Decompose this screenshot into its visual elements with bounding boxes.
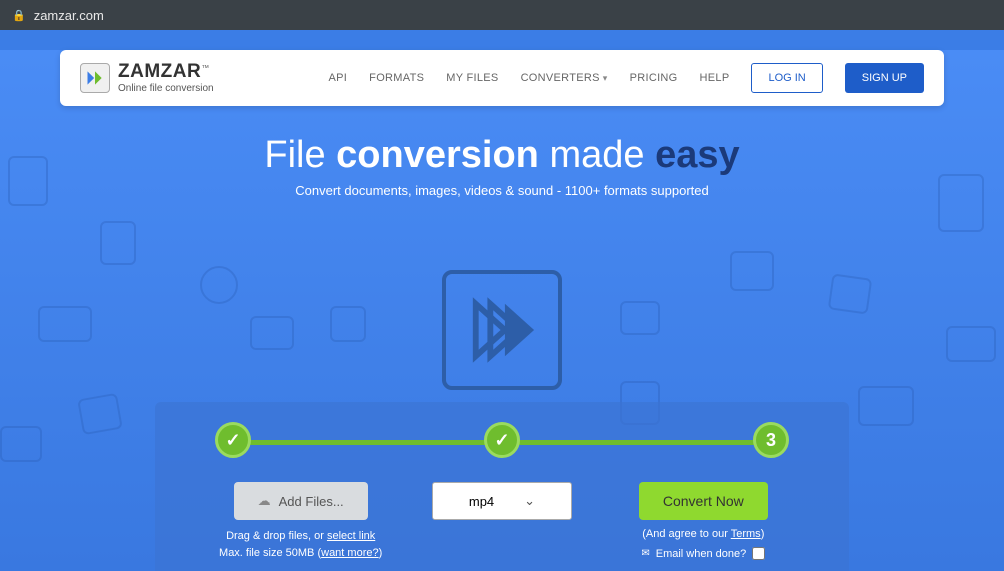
brand-name: ZAMZAR	[118, 61, 201, 82]
nav-converters[interactable]: CONVERTERS▾	[521, 72, 608, 84]
chevron-down-icon: ⌄	[524, 493, 535, 509]
browser-url-bar: 🔒 zamzar.com	[0, 0, 1004, 30]
signup-button[interactable]: SIGN UP	[845, 63, 924, 93]
convert-column: Convert Now (And agree to our Terms) ✉ E…	[618, 482, 789, 560]
email-checkbox[interactable]	[752, 547, 765, 560]
nav-api[interactable]: API	[329, 72, 348, 84]
url-text: zamzar.com	[34, 8, 104, 23]
mail-icon: ✉	[641, 548, 649, 559]
lock-icon: 🔒	[12, 9, 26, 22]
login-button[interactable]: LOG IN	[751, 63, 822, 93]
nav-items: API FORMATS MY FILES CONVERTERS▾ PRICING…	[329, 63, 924, 93]
check-icon: ✓	[494, 430, 509, 451]
logo-icon	[80, 63, 110, 93]
top-nav: ZAMZAR™ Online file conversion API FORMA…	[60, 50, 944, 106]
nav-help[interactable]: HELP	[700, 72, 730, 84]
hero-title: File conversion made easy	[0, 134, 1004, 177]
page-body: ZAMZAR™ Online file conversion API FORMA…	[0, 50, 1004, 571]
conversion-panel: ✓ ✓ 3 ☁ Add Files... Drag & drop files, …	[155, 402, 849, 571]
nav-my-files[interactable]: MY FILES	[446, 72, 498, 84]
add-files-column: ☁ Add Files... Drag & drop files, or sel…	[215, 482, 386, 561]
terms-link[interactable]: Terms	[731, 528, 761, 540]
format-select[interactable]: mp4 ⌄	[432, 482, 572, 520]
drag-hint: Drag & drop files, or select link Max. f…	[215, 528, 386, 561]
hero-subtitle: Convert documents, images, videos & soun…	[0, 183, 1004, 198]
terms-note: (And agree to our Terms)	[618, 528, 789, 540]
add-files-button[interactable]: ☁ Add Files...	[234, 482, 368, 520]
caret-down-icon: ▾	[603, 73, 608, 83]
hero-play-icon	[442, 270, 562, 390]
email-when-done: ✉ Email when done?	[618, 547, 789, 560]
hero: File conversion made easy Convert docume…	[0, 134, 1004, 198]
step-1: ✓	[215, 422, 251, 458]
convert-button[interactable]: Convert Now	[639, 482, 768, 520]
step-3: 3	[753, 422, 789, 458]
logo[interactable]: ZAMZAR™ Online file conversion	[80, 62, 214, 94]
check-icon: ✓	[225, 430, 240, 451]
step-indicator: ✓ ✓ 3	[215, 422, 789, 462]
want-more-link[interactable]: want more?	[321, 547, 378, 559]
step-2: ✓	[484, 422, 520, 458]
nav-formats[interactable]: FORMATS	[369, 72, 424, 84]
format-column: mp4 ⌄	[416, 482, 587, 520]
brand-tagline: Online file conversion	[118, 83, 214, 94]
nav-pricing[interactable]: PRICING	[630, 72, 678, 84]
upload-icon: ☁	[258, 493, 271, 509]
select-link[interactable]: select link	[327, 530, 375, 542]
